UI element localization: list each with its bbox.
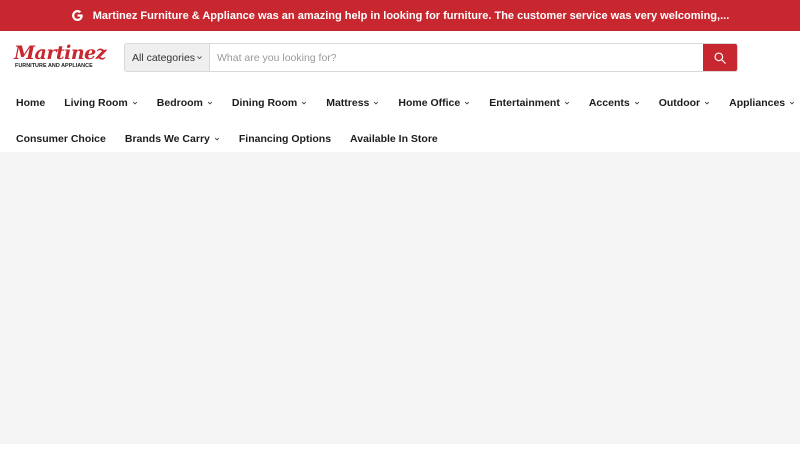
brand-logo[interactable]: Martinez FURNITURE AND APPLIANCE bbox=[14, 44, 110, 72]
nav-item-entertainment[interactable]: Entertainment bbox=[489, 97, 570, 109]
nav-item-label: Dining Room bbox=[231, 97, 298, 109]
main-nav-row-1: Home Living Room Bedroom Dining Room Mattres… bbox=[0, 85, 800, 121]
nav-item-appliances[interactable]: Appliances bbox=[729, 97, 795, 109]
nav-item-label: Outdoor bbox=[658, 97, 701, 109]
page-content bbox=[0, 152, 800, 444]
google-icon bbox=[71, 9, 84, 22]
nav-item-dining-room[interactable]: Dining Room bbox=[232, 97, 307, 109]
chevron-down-icon bbox=[705, 101, 710, 105]
chevron-down-icon bbox=[465, 101, 470, 105]
nav-item-label: Consumer Choice bbox=[16, 133, 106, 145]
nav-item-label: Brands We Carry bbox=[124, 133, 210, 145]
nav-item-home[interactable]: Home bbox=[16, 97, 45, 109]
search-input[interactable] bbox=[210, 44, 703, 71]
nav-item-label: Home Office bbox=[398, 97, 461, 109]
search-bar: All categories bbox=[124, 43, 738, 72]
nav-item-mattress[interactable]: Mattress bbox=[326, 97, 379, 109]
chevron-down-icon bbox=[197, 56, 202, 60]
chevron-down-icon bbox=[374, 101, 379, 105]
nav-item-financing-options[interactable]: Financing Options bbox=[239, 133, 331, 145]
chevron-down-icon bbox=[564, 101, 569, 105]
nav-item-bedroom[interactable]: Bedroom bbox=[157, 97, 213, 109]
search-button[interactable] bbox=[703, 44, 737, 71]
nav-item-label: Home bbox=[16, 97, 46, 109]
chevron-down-icon bbox=[214, 137, 219, 141]
nav-item-label: Available In Store bbox=[350, 133, 438, 145]
main-nav: Home Living Room Bedroom Dining Room Mattres… bbox=[0, 85, 800, 157]
nav-item-available-in-store[interactable]: Available In Store bbox=[350, 133, 438, 145]
nav-item-accents[interactable]: Accents bbox=[589, 97, 640, 109]
chevron-down-icon bbox=[132, 101, 137, 105]
category-select-label: All categories bbox=[132, 51, 196, 64]
chevron-down-icon bbox=[790, 101, 795, 105]
nav-item-label: Living Room bbox=[64, 97, 128, 109]
nav-item-label: Mattress bbox=[326, 97, 370, 109]
announcement-bar[interactable]: Martinez Furniture & Appliance was an am… bbox=[0, 0, 800, 31]
nav-item-consumer-choice[interactable]: Consumer Choice bbox=[16, 133, 106, 145]
nav-item-label: Appliances bbox=[729, 97, 786, 109]
nav-item-label: Entertainment bbox=[489, 97, 560, 109]
search-icon bbox=[714, 51, 726, 64]
nav-item-home-office[interactable]: Home Office bbox=[398, 97, 470, 109]
nav-item-label: Financing Options bbox=[238, 133, 332, 145]
logo-main-text: Martinez bbox=[14, 42, 107, 64]
nav-item-outdoor[interactable]: Outdoor bbox=[659, 97, 710, 109]
announcement-text[interactable]: Martinez Furniture & Appliance was an am… bbox=[93, 10, 730, 22]
category-select[interactable]: All categories bbox=[125, 44, 210, 71]
chevron-down-icon bbox=[207, 101, 212, 105]
chevron-down-icon bbox=[302, 101, 307, 105]
nav-item-label: Bedroom bbox=[156, 97, 203, 109]
nav-item-brands-we-carry[interactable]: Brands We Carry bbox=[125, 133, 220, 145]
site-header: Martinez FURNITURE AND APPLIANCE All cat… bbox=[0, 31, 800, 152]
logo-sub-text: FURNITURE AND APPLIANCE bbox=[15, 63, 93, 69]
nav-item-living-room[interactable]: Living Room bbox=[64, 97, 138, 109]
nav-item-label: Accents bbox=[588, 97, 630, 109]
chevron-down-icon bbox=[634, 101, 639, 105]
